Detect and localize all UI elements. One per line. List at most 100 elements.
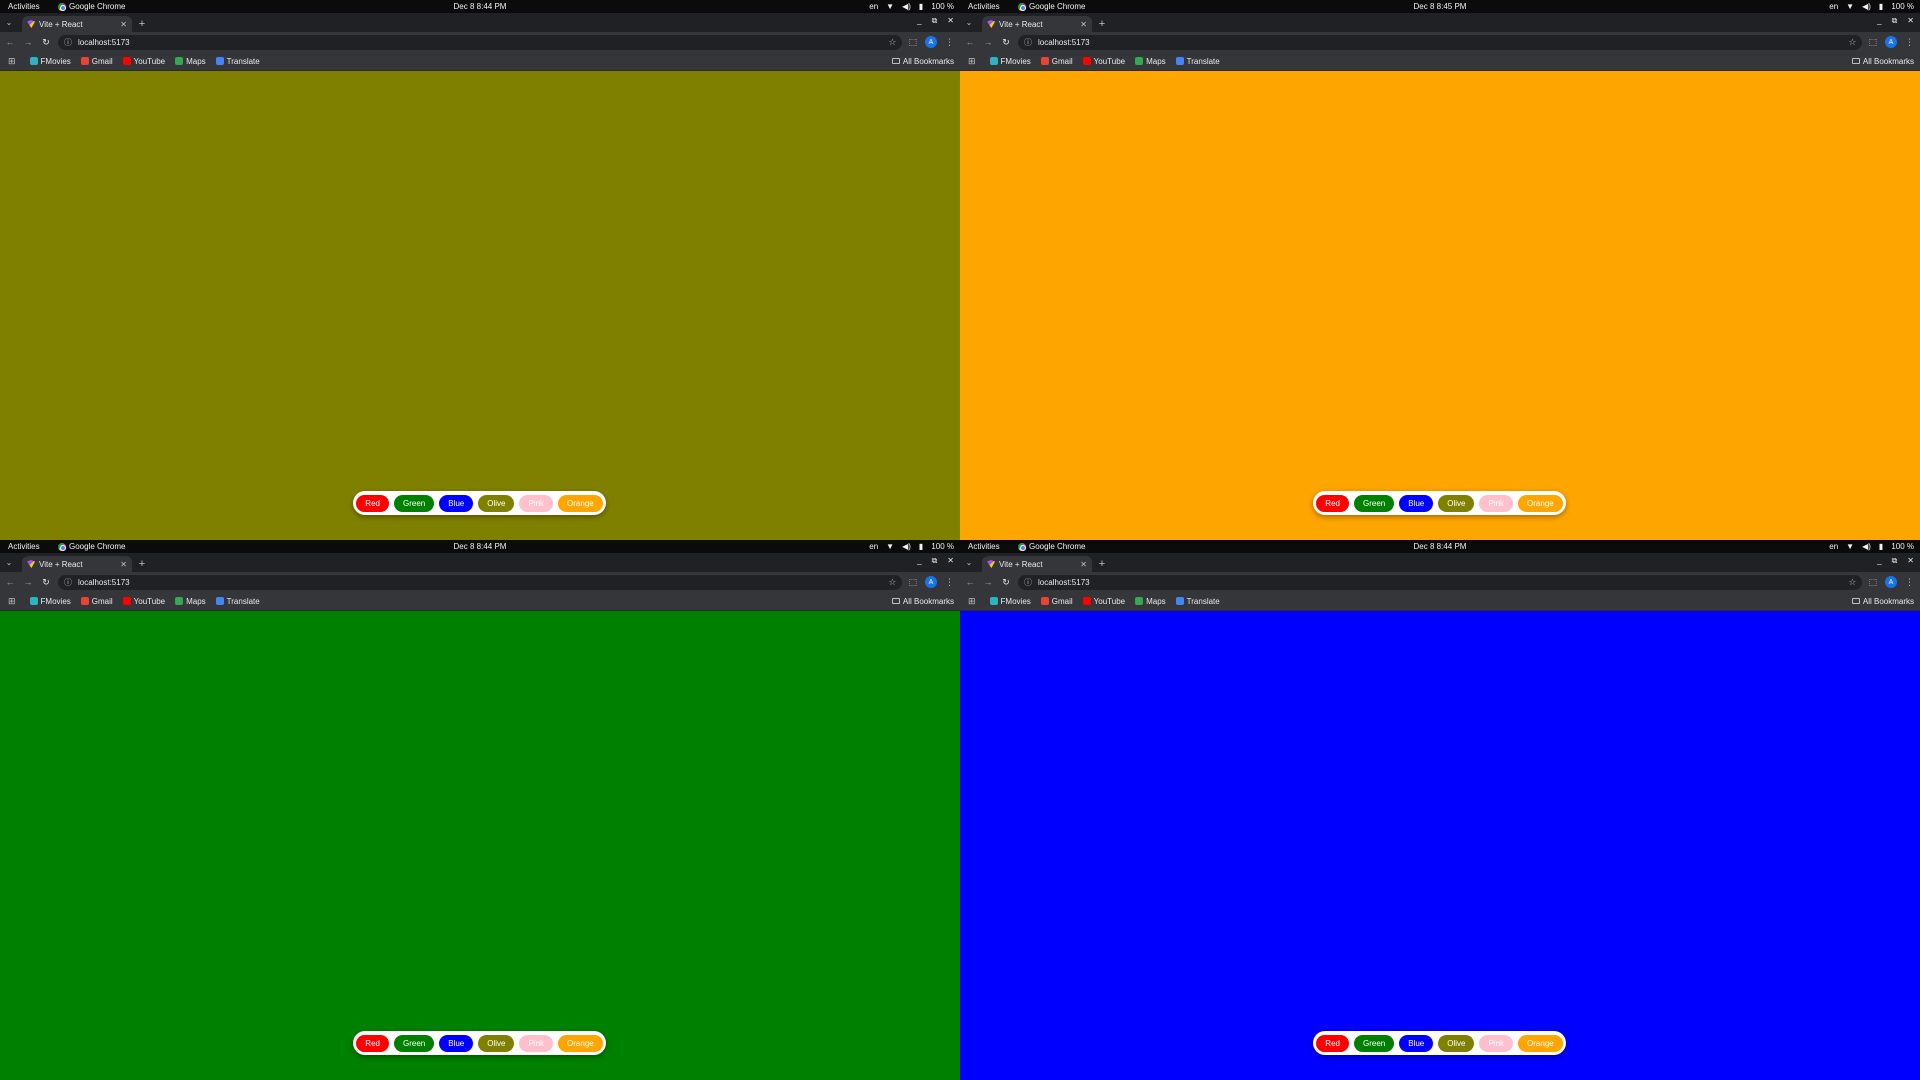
bookmark-star-icon[interactable]: ☆ — [1848, 37, 1856, 48]
back-arrow-icon[interactable]: ← — [964, 35, 976, 49]
bookmark-gmail[interactable]: Gmail — [80, 57, 113, 66]
bookmark-fmovies[interactable]: FMovies — [989, 597, 1031, 606]
bookmark-translate[interactable]: Translate — [1175, 597, 1220, 606]
bookmark-youtube[interactable]: YouTube — [1082, 57, 1125, 66]
tab-vite-react[interactable]: Vite + React ✕ — [22, 556, 132, 572]
clock[interactable]: Dec 8 8:44 PM — [0, 540, 960, 553]
back-arrow-icon[interactable]: ← — [4, 35, 16, 49]
color-button-blue[interactable]: Blue — [1399, 494, 1434, 512]
tab-vite-react[interactable]: Vite + React ✕ — [982, 16, 1092, 32]
bookmark-star-icon[interactable]: ☆ — [1848, 577, 1856, 588]
color-button-red[interactable]: Red — [356, 1034, 389, 1052]
new-tab-plus-icon[interactable]: + — [1094, 16, 1110, 32]
new-tab-plus-icon[interactable]: + — [1094, 556, 1110, 572]
restore-icon[interactable]: ⧉ — [1892, 16, 1898, 26]
apps-grid-icon[interactable]: ⊞ — [968, 596, 976, 607]
color-button-olive[interactable]: Olive — [478, 494, 515, 512]
color-button-pink[interactable]: Pink — [519, 494, 554, 512]
kebab-menu-icon[interactable]: ⋮ — [945, 37, 954, 48]
forward-arrow-icon[interactable]: → — [22, 35, 34, 49]
language-indicator[interactable]: en — [1829, 540, 1838, 553]
language-indicator[interactable]: en — [1829, 0, 1838, 13]
url-text[interactable]: localhost:5173 — [78, 38, 882, 47]
bookmark-star-icon[interactable]: ☆ — [888, 37, 896, 48]
back-arrow-icon[interactable]: ← — [964, 575, 976, 589]
tab-search-chevron-icon[interactable]: ⌄ — [0, 553, 18, 572]
color-button-green[interactable]: Green — [1353, 1034, 1395, 1052]
color-button-blue[interactable]: Blue — [1399, 1034, 1434, 1052]
bookmark-maps[interactable]: Maps — [1135, 57, 1166, 66]
tab-search-chevron-icon[interactable]: ⌄ — [0, 13, 18, 32]
all-bookmarks-button[interactable]: All Bookmarks — [1851, 597, 1914, 606]
system-tray[interactable]: en ▼ ◀) ▮ 100 % — [869, 0, 954, 13]
new-tab-plus-icon[interactable]: + — [134, 16, 150, 32]
color-button-orange[interactable]: Orange — [1518, 1034, 1563, 1052]
tab-vite-react[interactable]: Vite + React ✕ — [22, 16, 132, 32]
color-button-blue[interactable]: Blue — [439, 1034, 474, 1052]
color-button-orange[interactable]: Orange — [1518, 494, 1563, 512]
all-bookmarks-button[interactable]: All Bookmarks — [891, 597, 954, 606]
close-window-icon[interactable]: ✕ — [947, 16, 954, 26]
reload-icon[interactable]: ↻ — [1000, 35, 1012, 49]
color-button-red[interactable]: Red — [356, 494, 389, 512]
language-indicator[interactable]: en — [869, 0, 878, 13]
language-indicator[interactable]: en — [869, 540, 878, 553]
tab-vite-react[interactable]: Vite + React ✕ — [982, 556, 1092, 572]
minimize-icon[interactable]: _ — [917, 556, 921, 566]
close-tab-icon[interactable]: ✕ — [1080, 20, 1087, 29]
minimize-icon[interactable]: _ — [1877, 16, 1881, 26]
system-tray[interactable]: en ▼ ◀) ▮ 100 % — [1829, 540, 1914, 553]
kebab-menu-icon[interactable]: ⋮ — [945, 577, 954, 588]
color-button-olive[interactable]: Olive — [478, 1034, 515, 1052]
clock[interactable]: Dec 8 8:44 PM — [0, 0, 960, 13]
bookmark-fmovies[interactable]: FMovies — [29, 57, 71, 66]
clock[interactable]: Dec 8 8:45 PM — [960, 0, 1920, 13]
bookmark-translate[interactable]: Translate — [215, 57, 260, 66]
reload-icon[interactable]: ↻ — [1000, 575, 1012, 589]
url-text[interactable]: localhost:5173 — [78, 578, 882, 587]
bookmark-fmovies[interactable]: FMovies — [989, 57, 1031, 66]
site-info-icon[interactable]: ⓘ — [64, 577, 72, 588]
system-tray[interactable]: en ▼ ◀) ▮ 100 % — [1829, 0, 1914, 13]
color-button-green[interactable]: Green — [1353, 494, 1395, 512]
restore-icon[interactable]: ⧉ — [1892, 556, 1898, 566]
kebab-menu-icon[interactable]: ⋮ — [1905, 37, 1914, 48]
close-window-icon[interactable]: ✕ — [1907, 556, 1914, 566]
bookmark-youtube[interactable]: YouTube — [122, 597, 165, 606]
extensions-puzzle-icon[interactable]: ⬚ — [908, 37, 917, 48]
new-tab-plus-icon[interactable]: + — [134, 556, 150, 572]
profile-avatar[interactable]: A — [925, 576, 937, 588]
bookmark-maps[interactable]: Maps — [175, 597, 206, 606]
close-window-icon[interactable]: ✕ — [1907, 16, 1914, 26]
close-tab-icon[interactable]: ✕ — [1080, 560, 1087, 569]
address-bar[interactable]: ⓘ localhost:5173 ☆ — [1018, 574, 1863, 590]
color-button-green[interactable]: Green — [393, 1034, 435, 1052]
bookmark-translate[interactable]: Translate — [1175, 57, 1220, 66]
color-button-red[interactable]: Red — [1316, 494, 1349, 512]
address-bar[interactable]: ⓘ localhost:5173 ☆ — [58, 574, 903, 590]
url-text[interactable]: localhost:5173 — [1038, 38, 1842, 47]
tab-search-chevron-icon[interactable]: ⌄ — [960, 13, 978, 32]
minimize-icon[interactable]: _ — [1877, 556, 1881, 566]
apps-grid-icon[interactable]: ⊞ — [8, 56, 16, 67]
extensions-puzzle-icon[interactable]: ⬚ — [908, 577, 917, 588]
color-button-pink[interactable]: Pink — [1479, 1034, 1514, 1052]
all-bookmarks-button[interactable]: All Bookmarks — [1851, 57, 1914, 66]
address-bar[interactable]: ⓘ localhost:5173 ☆ — [58, 34, 903, 50]
site-info-icon[interactable]: ⓘ — [1024, 37, 1032, 48]
all-bookmarks-button[interactable]: All Bookmarks — [891, 57, 954, 66]
reload-icon[interactable]: ↻ — [40, 575, 52, 589]
color-button-blue[interactable]: Blue — [439, 494, 474, 512]
restore-icon[interactable]: ⧉ — [932, 556, 938, 566]
bookmark-star-icon[interactable]: ☆ — [888, 577, 896, 588]
forward-arrow-icon[interactable]: → — [22, 575, 34, 589]
system-tray[interactable]: en ▼ ◀) ▮ 100 % — [869, 540, 954, 553]
close-tab-icon[interactable]: ✕ — [120, 20, 127, 29]
profile-avatar[interactable]: A — [925, 36, 937, 48]
bookmark-fmovies[interactable]: FMovies — [29, 597, 71, 606]
extensions-puzzle-icon[interactable]: ⬚ — [1868, 577, 1877, 588]
color-button-orange[interactable]: Orange — [558, 1034, 603, 1052]
extensions-puzzle-icon[interactable]: ⬚ — [1868, 37, 1877, 48]
profile-avatar[interactable]: A — [1885, 576, 1897, 588]
bookmark-youtube[interactable]: YouTube — [122, 57, 165, 66]
